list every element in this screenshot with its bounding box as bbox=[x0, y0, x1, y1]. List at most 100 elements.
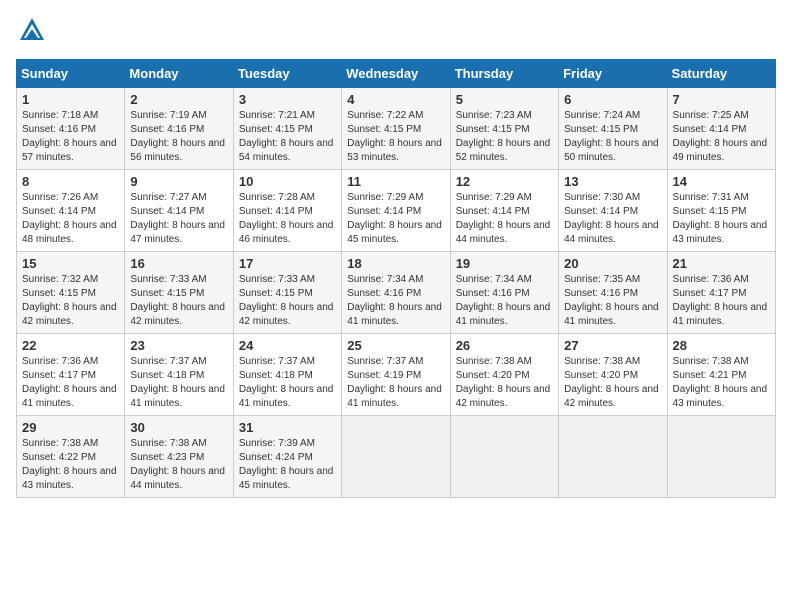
day-info: Sunrise: 7:38 AM Sunset: 4:20 PM Dayligh… bbox=[456, 356, 551, 409]
day-info: Sunrise: 7:26 AM Sunset: 4:14 PM Dayligh… bbox=[22, 192, 117, 245]
day-info: Sunrise: 7:23 AM Sunset: 4:15 PM Dayligh… bbox=[456, 110, 551, 163]
calendar-cell: 28 Sunrise: 7:38 AM Sunset: 4:21 PM Dayl… bbox=[667, 334, 775, 416]
calendar-cell: 24 Sunrise: 7:37 AM Sunset: 4:18 PM Dayl… bbox=[233, 334, 341, 416]
calendar-cell: 22 Sunrise: 7:36 AM Sunset: 4:17 PM Dayl… bbox=[17, 334, 125, 416]
day-info: Sunrise: 7:25 AM Sunset: 4:14 PM Dayligh… bbox=[673, 110, 768, 163]
day-number: 27 bbox=[564, 338, 661, 353]
day-info: Sunrise: 7:38 AM Sunset: 4:22 PM Dayligh… bbox=[22, 438, 117, 491]
calendar-cell: 8 Sunrise: 7:26 AM Sunset: 4:14 PM Dayli… bbox=[17, 170, 125, 252]
day-number: 5 bbox=[456, 92, 553, 107]
day-number: 3 bbox=[239, 92, 336, 107]
col-header-friday: Friday bbox=[559, 60, 667, 88]
week-row-2: 8 Sunrise: 7:26 AM Sunset: 4:14 PM Dayli… bbox=[17, 170, 776, 252]
day-info: Sunrise: 7:30 AM Sunset: 4:14 PM Dayligh… bbox=[564, 192, 659, 245]
day-info: Sunrise: 7:18 AM Sunset: 4:16 PM Dayligh… bbox=[22, 110, 117, 163]
day-info: Sunrise: 7:37 AM Sunset: 4:18 PM Dayligh… bbox=[130, 356, 225, 409]
day-number: 25 bbox=[347, 338, 444, 353]
day-info: Sunrise: 7:34 AM Sunset: 4:16 PM Dayligh… bbox=[347, 274, 442, 327]
day-info: Sunrise: 7:38 AM Sunset: 4:21 PM Dayligh… bbox=[673, 356, 768, 409]
day-number: 4 bbox=[347, 92, 444, 107]
week-row-4: 22 Sunrise: 7:36 AM Sunset: 4:17 PM Dayl… bbox=[17, 334, 776, 416]
day-number: 18 bbox=[347, 256, 444, 271]
col-header-saturday: Saturday bbox=[667, 60, 775, 88]
day-info: Sunrise: 7:27 AM Sunset: 4:14 PM Dayligh… bbox=[130, 192, 225, 245]
day-number: 19 bbox=[456, 256, 553, 271]
day-number: 24 bbox=[239, 338, 336, 353]
calendar-cell: 27 Sunrise: 7:38 AM Sunset: 4:20 PM Dayl… bbox=[559, 334, 667, 416]
day-info: Sunrise: 7:21 AM Sunset: 4:15 PM Dayligh… bbox=[239, 110, 334, 163]
calendar-cell: 7 Sunrise: 7:25 AM Sunset: 4:14 PM Dayli… bbox=[667, 88, 775, 170]
day-info: Sunrise: 7:32 AM Sunset: 4:15 PM Dayligh… bbox=[22, 274, 117, 327]
day-number: 7 bbox=[673, 92, 770, 107]
calendar-cell: 23 Sunrise: 7:37 AM Sunset: 4:18 PM Dayl… bbox=[125, 334, 233, 416]
calendar-cell: 25 Sunrise: 7:37 AM Sunset: 4:19 PM Dayl… bbox=[342, 334, 450, 416]
day-number: 1 bbox=[22, 92, 119, 107]
col-header-thursday: Thursday bbox=[450, 60, 558, 88]
calendar-cell: 16 Sunrise: 7:33 AM Sunset: 4:15 PM Dayl… bbox=[125, 252, 233, 334]
calendar-cell: 9 Sunrise: 7:27 AM Sunset: 4:14 PM Dayli… bbox=[125, 170, 233, 252]
calendar-cell: 11 Sunrise: 7:29 AM Sunset: 4:14 PM Dayl… bbox=[342, 170, 450, 252]
day-info: Sunrise: 7:29 AM Sunset: 4:14 PM Dayligh… bbox=[347, 192, 442, 245]
day-number: 28 bbox=[673, 338, 770, 353]
day-number: 10 bbox=[239, 174, 336, 189]
calendar-cell: 3 Sunrise: 7:21 AM Sunset: 4:15 PM Dayli… bbox=[233, 88, 341, 170]
day-info: Sunrise: 7:35 AM Sunset: 4:16 PM Dayligh… bbox=[564, 274, 659, 327]
day-number: 12 bbox=[456, 174, 553, 189]
day-info: Sunrise: 7:38 AM Sunset: 4:23 PM Dayligh… bbox=[130, 438, 225, 491]
calendar-cell: 19 Sunrise: 7:34 AM Sunset: 4:16 PM Dayl… bbox=[450, 252, 558, 334]
day-number: 2 bbox=[130, 92, 227, 107]
day-info: Sunrise: 7:33 AM Sunset: 4:15 PM Dayligh… bbox=[130, 274, 225, 327]
calendar-cell: 31 Sunrise: 7:39 AM Sunset: 4:24 PM Dayl… bbox=[233, 416, 341, 498]
day-number: 6 bbox=[564, 92, 661, 107]
calendar-cell: 18 Sunrise: 7:34 AM Sunset: 4:16 PM Dayl… bbox=[342, 252, 450, 334]
logo-icon bbox=[18, 16, 46, 44]
calendar-cell bbox=[559, 416, 667, 498]
calendar-cell: 13 Sunrise: 7:30 AM Sunset: 4:14 PM Dayl… bbox=[559, 170, 667, 252]
col-header-tuesday: Tuesday bbox=[233, 60, 341, 88]
day-info: Sunrise: 7:28 AM Sunset: 4:14 PM Dayligh… bbox=[239, 192, 334, 245]
calendar-cell: 21 Sunrise: 7:36 AM Sunset: 4:17 PM Dayl… bbox=[667, 252, 775, 334]
day-info: Sunrise: 7:22 AM Sunset: 4:15 PM Dayligh… bbox=[347, 110, 442, 163]
day-info: Sunrise: 7:24 AM Sunset: 4:15 PM Dayligh… bbox=[564, 110, 659, 163]
day-info: Sunrise: 7:36 AM Sunset: 4:17 PM Dayligh… bbox=[673, 274, 768, 327]
calendar-table: SundayMondayTuesdayWednesdayThursdayFrid… bbox=[16, 59, 776, 498]
day-number: 15 bbox=[22, 256, 119, 271]
calendar-cell: 29 Sunrise: 7:38 AM Sunset: 4:22 PM Dayl… bbox=[17, 416, 125, 498]
calendar-cell: 15 Sunrise: 7:32 AM Sunset: 4:15 PM Dayl… bbox=[17, 252, 125, 334]
calendar-cell: 17 Sunrise: 7:33 AM Sunset: 4:15 PM Dayl… bbox=[233, 252, 341, 334]
calendar-cell: 12 Sunrise: 7:29 AM Sunset: 4:14 PM Dayl… bbox=[450, 170, 558, 252]
day-info: Sunrise: 7:34 AM Sunset: 4:16 PM Dayligh… bbox=[456, 274, 551, 327]
day-number: 20 bbox=[564, 256, 661, 271]
day-number: 14 bbox=[673, 174, 770, 189]
day-number: 21 bbox=[673, 256, 770, 271]
day-number: 9 bbox=[130, 174, 227, 189]
calendar-cell bbox=[667, 416, 775, 498]
day-number: 31 bbox=[239, 420, 336, 435]
logo bbox=[16, 16, 46, 49]
week-row-5: 29 Sunrise: 7:38 AM Sunset: 4:22 PM Dayl… bbox=[17, 416, 776, 498]
col-header-monday: Monday bbox=[125, 60, 233, 88]
day-number: 8 bbox=[22, 174, 119, 189]
day-number: 17 bbox=[239, 256, 336, 271]
week-row-1: 1 Sunrise: 7:18 AM Sunset: 4:16 PM Dayli… bbox=[17, 88, 776, 170]
day-info: Sunrise: 7:39 AM Sunset: 4:24 PM Dayligh… bbox=[239, 438, 334, 491]
calendar-cell: 4 Sunrise: 7:22 AM Sunset: 4:15 PM Dayli… bbox=[342, 88, 450, 170]
day-info: Sunrise: 7:37 AM Sunset: 4:19 PM Dayligh… bbox=[347, 356, 442, 409]
day-number: 11 bbox=[347, 174, 444, 189]
page-header bbox=[16, 16, 776, 49]
day-info: Sunrise: 7:36 AM Sunset: 4:17 PM Dayligh… bbox=[22, 356, 117, 409]
calendar-cell: 30 Sunrise: 7:38 AM Sunset: 4:23 PM Dayl… bbox=[125, 416, 233, 498]
day-number: 30 bbox=[130, 420, 227, 435]
calendar-cell: 20 Sunrise: 7:35 AM Sunset: 4:16 PM Dayl… bbox=[559, 252, 667, 334]
day-info: Sunrise: 7:38 AM Sunset: 4:20 PM Dayligh… bbox=[564, 356, 659, 409]
calendar-cell: 5 Sunrise: 7:23 AM Sunset: 4:15 PM Dayli… bbox=[450, 88, 558, 170]
calendar-cell: 6 Sunrise: 7:24 AM Sunset: 4:15 PM Dayli… bbox=[559, 88, 667, 170]
day-info: Sunrise: 7:29 AM Sunset: 4:14 PM Dayligh… bbox=[456, 192, 551, 245]
calendar-cell: 2 Sunrise: 7:19 AM Sunset: 4:16 PM Dayli… bbox=[125, 88, 233, 170]
calendar-cell bbox=[342, 416, 450, 498]
day-info: Sunrise: 7:31 AM Sunset: 4:15 PM Dayligh… bbox=[673, 192, 768, 245]
day-number: 16 bbox=[130, 256, 227, 271]
calendar-cell: 1 Sunrise: 7:18 AM Sunset: 4:16 PM Dayli… bbox=[17, 88, 125, 170]
day-number: 22 bbox=[22, 338, 119, 353]
calendar-cell: 14 Sunrise: 7:31 AM Sunset: 4:15 PM Dayl… bbox=[667, 170, 775, 252]
